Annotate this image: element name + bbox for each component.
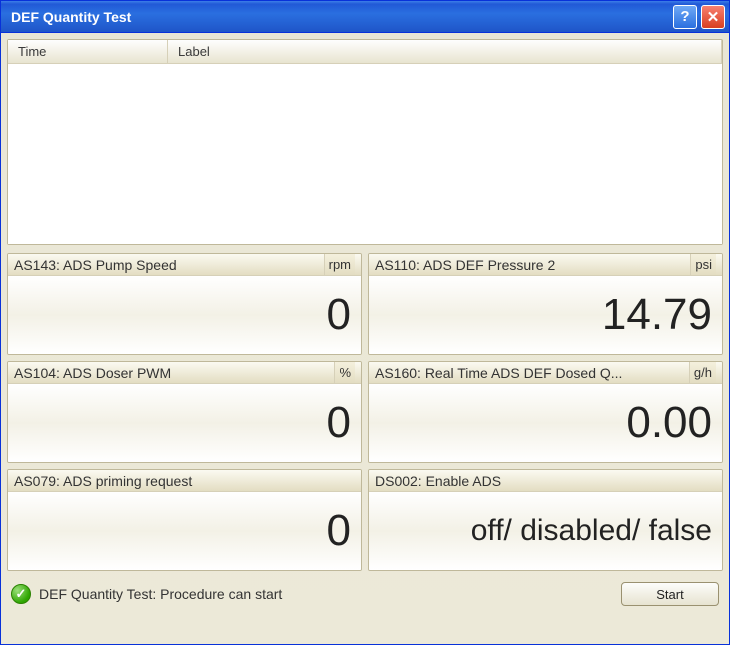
gauge-doser-pwm: AS104: ADS Doser PWM % 0 (7, 361, 362, 463)
gauge-header: DS002: Enable ADS (369, 470, 722, 492)
gauge-value: 0.00 (369, 384, 722, 462)
gauge-header: AS143: ADS Pump Speed rpm (8, 254, 361, 276)
gauge-label: AS143: ADS Pump Speed (14, 257, 318, 273)
titlebar[interactable]: DEF Quantity Test ? ✕ (1, 1, 729, 33)
status-ok-icon: ✓ (11, 584, 31, 604)
gauge-priming-request: AS079: ADS priming request 0 (7, 469, 362, 571)
col-time[interactable]: Time (8, 40, 168, 63)
gauge-header: AS160: Real Time ADS DEF Dosed Q... g/h (369, 362, 722, 384)
gauge-label: DS002: Enable ADS (375, 473, 716, 489)
status-text: DEF Quantity Test: Procedure can start (39, 586, 621, 602)
close-button[interactable]: ✕ (701, 5, 725, 29)
gauge-value: 0 (8, 384, 361, 462)
gauge-unit: % (334, 362, 355, 383)
help-button[interactable]: ? (673, 5, 697, 29)
gauge-enable-ads: DS002: Enable ADS off/ disabled/ false (368, 469, 723, 571)
gauge-value: 14.79 (369, 276, 722, 354)
close-icon: ✕ (707, 8, 720, 26)
gauge-header: AS104: ADS Doser PWM % (8, 362, 361, 384)
window-title: DEF Quantity Test (11, 9, 669, 25)
start-button-label: Start (656, 587, 683, 602)
status-bar: ✓ DEF Quantity Test: Procedure can start… (7, 577, 723, 611)
help-icon: ? (680, 8, 689, 25)
gauge-header: AS079: ADS priming request (8, 470, 361, 492)
gauge-dosed-quantity: AS160: Real Time ADS DEF Dosed Q... g/h … (368, 361, 723, 463)
gauge-unit: psi (690, 254, 716, 275)
col-label[interactable]: Label (168, 40, 722, 63)
gauge-label: AS079: ADS priming request (14, 473, 355, 489)
log-list-body[interactable] (8, 64, 722, 244)
gauge-unit: g/h (689, 362, 716, 383)
gauge-label: AS160: Real Time ADS DEF Dosed Q... (375, 365, 683, 381)
gauges-grid: AS143: ADS Pump Speed rpm 0 AS110: ADS D… (7, 253, 723, 571)
gauge-label: AS104: ADS Doser PWM (14, 365, 328, 381)
log-list-header: Time Label (8, 40, 722, 64)
client-area: Time Label AS143: ADS Pump Speed rpm 0 A… (1, 33, 729, 644)
dialog-window: DEF Quantity Test ? ✕ Time Label AS143: … (0, 0, 730, 645)
log-list[interactable]: Time Label (7, 39, 723, 245)
gauge-pump-speed: AS143: ADS Pump Speed rpm 0 (7, 253, 362, 355)
start-button[interactable]: Start (621, 582, 719, 606)
gauge-value: off/ disabled/ false (369, 492, 722, 570)
gauge-header: AS110: ADS DEF Pressure 2 psi (369, 254, 722, 276)
gauge-def-pressure: AS110: ADS DEF Pressure 2 psi 14.79 (368, 253, 723, 355)
gauge-value: 0 (8, 492, 361, 570)
gauge-value: 0 (8, 276, 361, 354)
gauge-label: AS110: ADS DEF Pressure 2 (375, 257, 684, 273)
gauge-unit: rpm (324, 254, 355, 275)
